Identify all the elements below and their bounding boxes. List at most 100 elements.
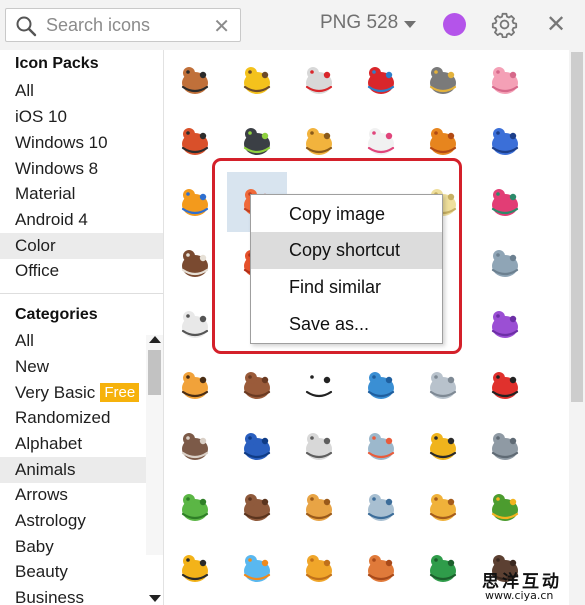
sidebar: Icon Packs All iOS 10 Windows 10 Windows… — [0, 50, 164, 605]
icon-cell-paw-print[interactable] — [227, 355, 287, 415]
scroll-up-arrow-icon[interactable] — [149, 336, 161, 343]
menu-item-save-as[interactable]: Save as... — [251, 306, 442, 343]
menu-item-copy-image[interactable]: Copy image — [251, 196, 442, 233]
sidebar-item-pack-selected[interactable]: Color — [0, 233, 163, 259]
search-box[interactable]: Search icons ✕ — [5, 8, 241, 42]
icon-cell-fish-chat[interactable] — [351, 416, 411, 476]
sidebar-item-pack[interactable]: All — [0, 78, 163, 104]
paw-print-icon — [243, 372, 271, 399]
icon-cell-parrot[interactable] — [351, 50, 411, 110]
beetle-icon — [429, 555, 457, 582]
sidebar-item-pack[interactable]: Windows 8 — [0, 156, 163, 182]
sidebar-item-category[interactable]: Alphabet — [0, 431, 146, 457]
close-icon[interactable]: ✕ — [213, 14, 230, 39]
sidebar-item-category[interactable]: Baby — [0, 534, 146, 560]
divider — [0, 293, 163, 294]
top-bar: Search icons ✕ PNG 528 ✕ — [0, 0, 585, 50]
icon-cell-hummingbird[interactable] — [475, 172, 535, 232]
icon-cell-owl[interactable] — [413, 50, 473, 110]
icon-cell-wolf[interactable] — [165, 416, 225, 476]
icon-cell-bee[interactable] — [165, 538, 225, 598]
ladybug-icon — [491, 372, 519, 399]
icon-cell-pet-bowl[interactable] — [475, 477, 535, 537]
watermark: 思洋互动 www.ciya.cn — [472, 563, 585, 605]
close-window-button[interactable]: ✕ — [546, 10, 566, 39]
sidebar-item-pack[interactable]: Windows 10 — [0, 130, 163, 156]
format-dropdown[interactable]: PNG 528 — [320, 12, 398, 34]
icon-cell-rhinoceros[interactable] — [475, 416, 535, 476]
color-picker-button[interactable] — [443, 13, 466, 36]
icon-cell-giraffe[interactable] — [413, 477, 473, 537]
sheep-face-icon — [305, 433, 333, 460]
pet-bowl-icon — [491, 494, 519, 521]
icon-cell-seahorse[interactable] — [289, 538, 349, 598]
context-menu: Copy image Copy shortcut Find similar Sa… — [250, 194, 443, 344]
icon-cell-butterfly[interactable] — [475, 111, 535, 171]
icon-cell-paw[interactable] — [227, 477, 287, 537]
sheep-icon — [181, 311, 209, 338]
icon-cell-octopus[interactable] — [475, 294, 535, 354]
rabbit-icon — [429, 372, 457, 399]
categories-scrollbar-thumb[interactable] — [148, 350, 161, 395]
bee-icon — [181, 555, 209, 582]
clownfish-icon — [181, 189, 209, 216]
sidebar-item-category[interactable]: Astrology — [0, 508, 146, 534]
category-label: Very Basic — [15, 383, 96, 402]
sidebar-item-category[interactable]: Randomized — [0, 405, 146, 431]
icon-cell-rabbit[interactable] — [413, 355, 473, 415]
seahorse-icon — [305, 555, 333, 582]
icon-cell-wasp[interactable] — [413, 416, 473, 476]
icon-cell-frog[interactable] — [165, 477, 225, 537]
icon-packs-title: Icon Packs — [15, 55, 99, 72]
icon-cell-bird-pecking[interactable] — [351, 477, 411, 537]
panda-icon — [305, 372, 333, 399]
snail-icon — [305, 494, 333, 521]
owl-icon — [429, 67, 457, 94]
grid-scrollbar-thumb[interactable] — [571, 52, 583, 402]
sidebar-item-pack[interactable]: iOS 10 — [0, 104, 163, 130]
sidebar-item-category-selected[interactable]: Animals — [0, 457, 146, 483]
search-icon — [16, 16, 37, 37]
icon-cell-elephant[interactable] — [475, 233, 535, 293]
sidebar-item-pack[interactable]: Office — [0, 258, 163, 284]
hen-icon — [305, 67, 333, 94]
whale-icon — [243, 433, 271, 460]
chevron-down-icon[interactable] — [404, 21, 416, 28]
frog-icon — [181, 494, 209, 521]
menu-item-find-similar[interactable]: Find similar — [251, 269, 442, 306]
icon-cell-whale[interactable] — [227, 416, 287, 476]
octopus-icon — [491, 311, 519, 338]
icon-cell-dolphin[interactable] — [351, 355, 411, 415]
icon-cell-canary[interactable] — [227, 50, 287, 110]
pig-icon — [491, 67, 519, 94]
sidebar-item-category[interactable]: All — [0, 328, 146, 354]
cat-icon — [243, 128, 271, 155]
free-badge: Free — [100, 383, 140, 402]
sidebar-item-category[interactable]: New — [0, 354, 146, 380]
icon-cell-panda[interactable] — [289, 355, 349, 415]
icon-cell-leopard[interactable] — [165, 355, 225, 415]
icon-cell-sheep-face[interactable] — [289, 416, 349, 476]
icon-cell-kangaroo[interactable] — [351, 538, 411, 598]
menu-item-copy-shortcut[interactable]: Copy shortcut — [251, 232, 442, 269]
beehive-icon — [305, 128, 333, 155]
sidebar-item-category[interactable]: Arrows — [0, 482, 146, 508]
search-input[interactable]: Search icons — [46, 15, 150, 36]
fishbowl-icon — [243, 555, 271, 582]
sidebar-item-category[interactable]: Business — [0, 585, 146, 605]
rhinoceros-icon — [491, 433, 519, 460]
icon-cell-fishbowl[interactable] — [227, 538, 287, 598]
icon-cell-hen[interactable] — [289, 50, 349, 110]
icon-cell-beetle[interactable] — [413, 538, 473, 598]
parrot-icon — [367, 67, 395, 94]
sidebar-item-category[interactable]: Beauty — [0, 559, 146, 585]
sidebar-item-category[interactable]: Very Basic Free — [0, 380, 146, 406]
icon-cell-pig[interactable] — [475, 50, 535, 110]
icon-cell-snail[interactable] — [289, 477, 349, 537]
scroll-down-arrow-icon[interactable] — [149, 595, 161, 602]
gear-icon[interactable] — [491, 11, 518, 38]
icon-cell-dog[interactable] — [165, 50, 225, 110]
sidebar-item-pack[interactable]: Material — [0, 181, 163, 207]
sidebar-item-pack[interactable]: Android 4 — [0, 207, 163, 233]
icon-cell-ladybug[interactable] — [475, 355, 535, 415]
